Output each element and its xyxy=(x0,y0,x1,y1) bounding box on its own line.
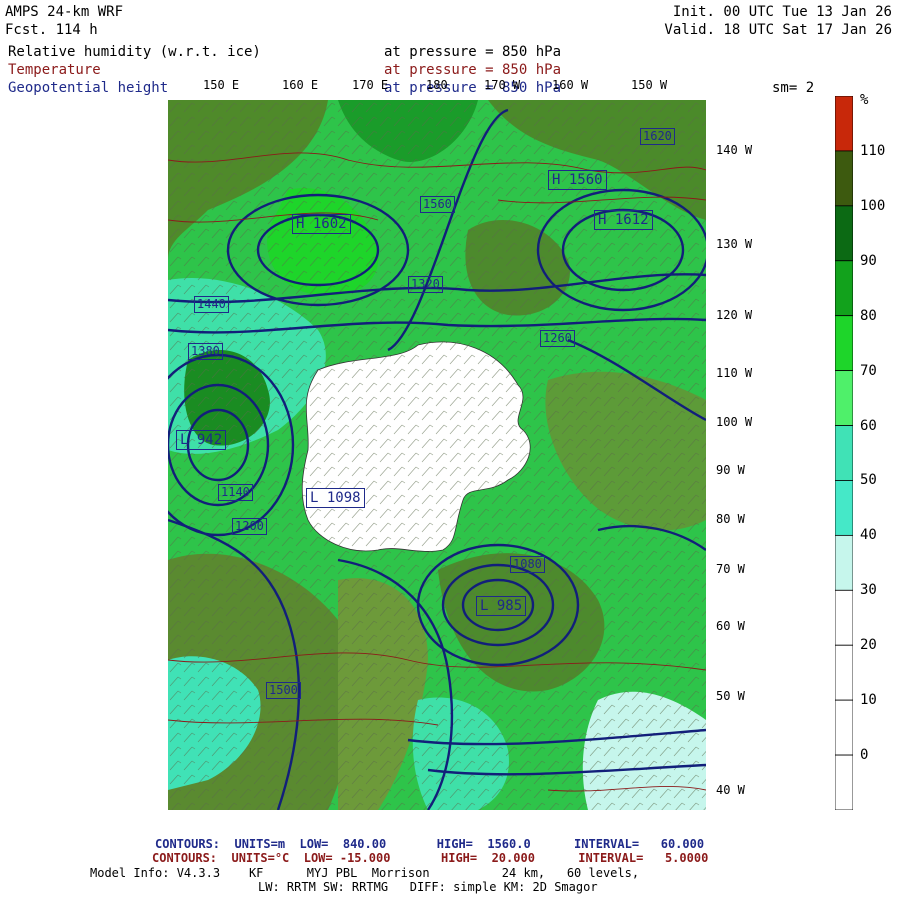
lat-label-70w: 70 W xyxy=(716,562,745,576)
field-rh-name: Relative humidity (w.r.t. ice) xyxy=(8,44,261,60)
lat-label-40w: 40 W xyxy=(716,783,745,797)
contour-value: 1380 xyxy=(188,343,223,360)
contour-value: 1260 xyxy=(540,330,575,347)
colorbar-swatch xyxy=(835,534,853,591)
high-label-3: H 1560 xyxy=(548,170,607,190)
colorbar-swatch xyxy=(835,480,853,536)
contour-value: 1080 xyxy=(510,556,545,573)
field-geo-name: Geopotential height xyxy=(8,80,169,96)
colorbar-swatch xyxy=(835,370,853,426)
contour-value: 1200 xyxy=(232,518,267,535)
low-label-2: L 1098 xyxy=(306,488,365,508)
contour-value: 1140 xyxy=(218,484,253,501)
forecast-hour: Fcst. 114 h xyxy=(5,22,98,38)
colorbar-level-label: 30 xyxy=(860,582,877,599)
lon-label-170w: 170 W xyxy=(484,78,521,92)
footer-model-physics: LW: RRTM SW: RRTMG DIFF: simple KM: 2D S… xyxy=(258,880,598,894)
colorbar-swatch xyxy=(835,96,853,152)
field-geo-level: at pressure = 850 hPa xyxy=(384,80,562,96)
colorbar-unit: % xyxy=(860,92,869,108)
colorbar xyxy=(835,96,853,810)
colorbar-level-label: 70 xyxy=(860,362,877,379)
lat-label-130w: 130 W xyxy=(716,237,753,251)
colorbar-swatch xyxy=(835,754,853,810)
field-temp-name: Temperature xyxy=(8,62,101,78)
colorbar-level-label: 90 xyxy=(860,252,877,269)
field-rh-level: at pressure = 850 hPa xyxy=(384,44,562,60)
low-label-3: L 985 xyxy=(476,596,527,616)
colorbar-level-label: 40 xyxy=(860,527,877,544)
contour-value: 1560 xyxy=(420,196,455,213)
colorbar-level-label: 50 xyxy=(860,472,877,489)
colorbar-swatch xyxy=(835,150,853,207)
colorbar-level-label: 110 xyxy=(860,142,886,159)
contour-value: 1500 xyxy=(266,682,301,699)
colorbar-swatch xyxy=(835,589,853,646)
lon-label-150e: 150 E xyxy=(203,78,240,92)
lat-label-110w: 110 W xyxy=(716,366,753,380)
field-temp-level: at pressure = 850 hPa xyxy=(384,62,562,78)
init-time: Init. 00 UTC Tue 13 Jan 26 xyxy=(672,4,892,20)
lon-label-160w: 160 W xyxy=(552,78,589,92)
lat-label-120w: 120 W xyxy=(716,308,753,322)
smoothing-label: sm= 2 xyxy=(772,80,815,96)
footer-temp-contours: CONTOURS: UNITS=°C LOW= -15.000 HIGH= 20… xyxy=(152,851,709,865)
footer-model-info: Model Info: V4.3.3 KF MYJ PBL Morrison 2… xyxy=(90,866,640,880)
colorbar-swatch xyxy=(835,699,853,756)
contour-value: 1440 xyxy=(194,296,229,313)
colorbar-level-label: 0 xyxy=(860,747,869,764)
contour-value: 1320 xyxy=(408,276,443,293)
lon-label-180: 180 xyxy=(426,78,448,92)
lon-label-160e: 160 E xyxy=(282,78,319,92)
header-title: AMPS 24-km WRF xyxy=(5,4,124,20)
colorbar-level-label: 20 xyxy=(860,637,877,654)
valid-time: Valid. 18 UTC Sat 17 Jan 26 xyxy=(664,22,892,38)
lon-label-150w: 150 W xyxy=(631,78,668,92)
colorbar-level-label: 10 xyxy=(860,692,877,709)
high-label-1: H 1602 xyxy=(292,214,351,234)
high-label-2: H 1612 xyxy=(594,210,653,230)
lat-label-50w: 50 W xyxy=(716,689,745,703)
low-label-1: L 942 xyxy=(176,430,227,450)
lat-label-100w: 100 W xyxy=(716,415,753,429)
colorbar-level-label: 100 xyxy=(860,197,886,214)
footer-height-contours: CONTOURS: UNITS=m LOW= 840.00 HIGH= 1560… xyxy=(155,837,705,851)
colorbar-swatch xyxy=(835,205,853,262)
colorbar-swatch xyxy=(835,315,853,372)
colorbar-swatch xyxy=(835,644,853,701)
lat-label-80w: 80 W xyxy=(716,512,745,526)
lat-label-60w: 60 W xyxy=(716,619,745,633)
colorbar-level-label: 80 xyxy=(860,307,877,324)
colorbar-swatch xyxy=(835,260,853,317)
lon-label-170e: 170 E xyxy=(352,78,389,92)
lat-label-140w: 140 W xyxy=(716,143,753,157)
contour-value: 1620 xyxy=(640,128,675,145)
colorbar-swatch xyxy=(835,425,853,481)
colorbar-level-label: 60 xyxy=(860,417,877,434)
lat-label-90w: 90 W xyxy=(716,463,745,477)
